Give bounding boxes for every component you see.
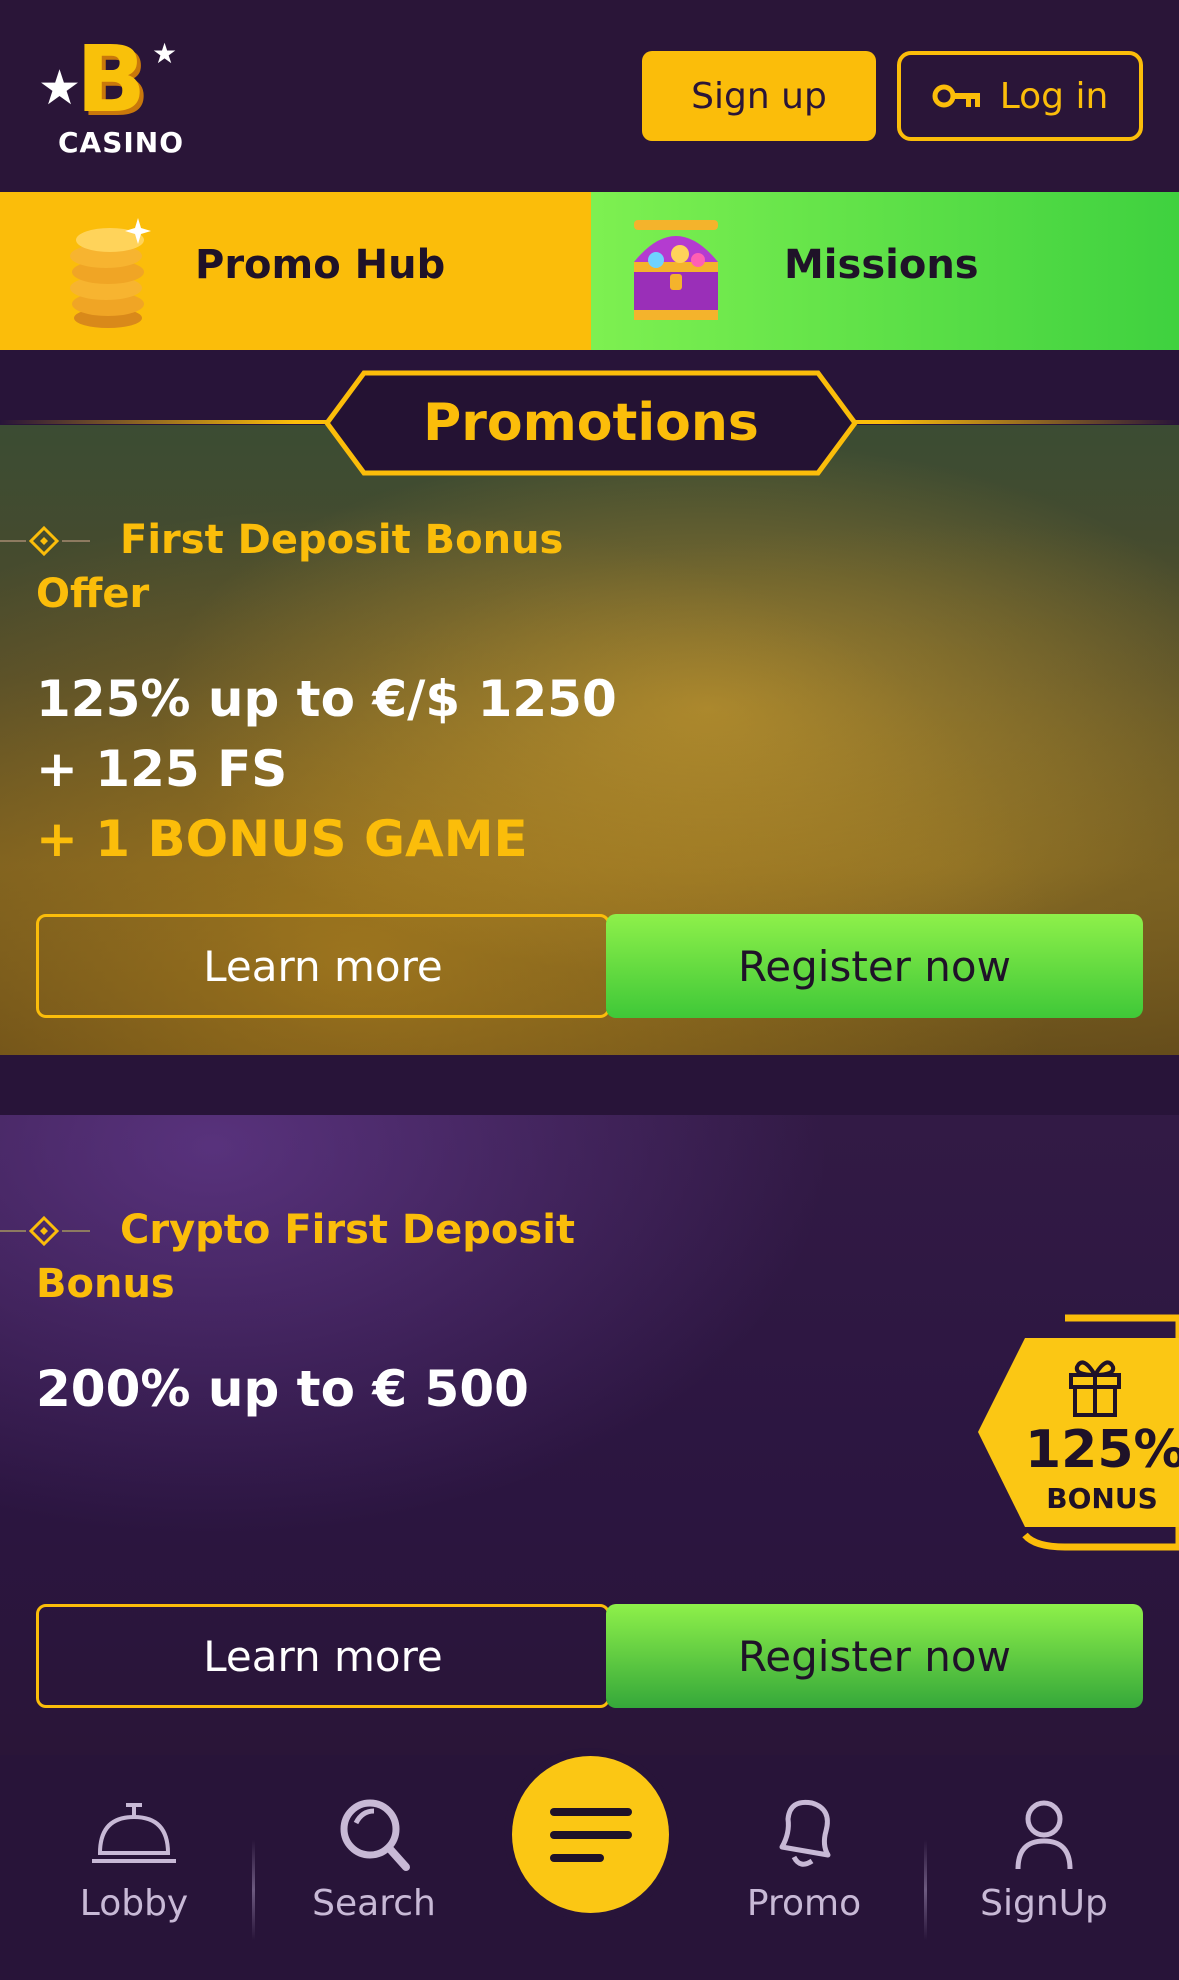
nav-item-lobby[interactable]: Lobby bbox=[34, 1795, 234, 1935]
login-label: Log in bbox=[999, 75, 1109, 117]
bonus-word: BONUS bbox=[1046, 1482, 1158, 1515]
login-button[interactable]: Log in bbox=[897, 51, 1143, 141]
register-now-label: Register now bbox=[738, 941, 1011, 991]
signup-button[interactable]: Sign up bbox=[642, 51, 876, 141]
offer-details: 125% up to €/$ 1250 + 125 FS + 1 BONUS G… bbox=[36, 664, 617, 874]
nav-label-lobby: Lobby bbox=[79, 1883, 189, 1924]
offer-label: Crypto First Deposit Bonus bbox=[36, 1203, 596, 1311]
logo-letter: B bbox=[76, 26, 147, 133]
offer-details: 200% up to € 500 bbox=[36, 1354, 529, 1424]
treasure-chest-icon bbox=[634, 220, 718, 320]
nav-label-signup: SignUp bbox=[980, 1883, 1108, 1924]
offer-label-text: First Deposit Bonus Offer bbox=[36, 517, 564, 617]
menu-icon bbox=[549, 1807, 632, 1862]
notification-bell-icon bbox=[779, 1799, 831, 1867]
search-icon bbox=[340, 1799, 410, 1871]
nav-item-signup[interactable]: SignUp bbox=[944, 1795, 1144, 1935]
offer-line-1: 200% up to € 500 bbox=[36, 1360, 529, 1418]
register-now-label: Register now bbox=[738, 1631, 1011, 1681]
gift-icon bbox=[1069, 1360, 1121, 1417]
offer-line-1: 125% up to €/$ 1250 bbox=[36, 670, 617, 728]
register-now-button[interactable]: Register now bbox=[606, 1604, 1143, 1708]
nav-item-promo[interactable]: Promo bbox=[704, 1795, 904, 1935]
casino-logo[interactable]: ★ B ★ CASINO bbox=[36, 30, 186, 165]
section-title: Promotions bbox=[324, 370, 858, 476]
promo-hub-tile[interactable]: Promo Hub bbox=[0, 192, 591, 350]
learn-more-label: Learn more bbox=[203, 941, 443, 991]
offer-label-text: Crypto First Deposit Bonus bbox=[36, 1207, 576, 1307]
missions-label: Missions bbox=[784, 242, 979, 288]
bell-service-icon bbox=[92, 1803, 176, 1863]
missions-tile[interactable]: Missions bbox=[591, 192, 1179, 350]
learn-more-label: Learn more bbox=[203, 1631, 443, 1681]
logo-text: CASINO bbox=[58, 126, 185, 159]
learn-more-button[interactable]: Learn more bbox=[36, 1604, 610, 1708]
nav-item-search[interactable]: Search bbox=[274, 1795, 474, 1935]
user-icon bbox=[1015, 1800, 1073, 1870]
learn-more-button[interactable]: Learn more bbox=[36, 914, 610, 1018]
nav-label-promo: Promo bbox=[746, 1883, 862, 1924]
menu-button[interactable] bbox=[512, 1756, 669, 1913]
offer-line-3: + 1 BONUS GAME bbox=[36, 810, 528, 868]
bonus-percent: 125% bbox=[1025, 1420, 1179, 1480]
coin-stack-icon bbox=[70, 218, 151, 328]
top-bar: ★ B ★ CASINO Sign up Log in bbox=[0, 0, 1179, 192]
star-icon: ★ bbox=[152, 37, 178, 70]
offer-label: First Deposit Bonus Offer bbox=[36, 513, 596, 621]
signup-label: Sign up bbox=[691, 75, 827, 117]
star-icon: ★ bbox=[38, 60, 82, 116]
nav-divider bbox=[252, 1840, 255, 1940]
promo-hub-label: Promo Hub bbox=[195, 242, 446, 288]
section-title-text: Promotions bbox=[423, 393, 759, 453]
key-icon bbox=[932, 84, 980, 108]
nav-divider bbox=[924, 1840, 927, 1940]
offer-line-2: + 125 FS bbox=[36, 740, 288, 798]
nav-label-search: Search bbox=[312, 1883, 436, 1924]
register-now-button[interactable]: Register now bbox=[606, 914, 1143, 1018]
